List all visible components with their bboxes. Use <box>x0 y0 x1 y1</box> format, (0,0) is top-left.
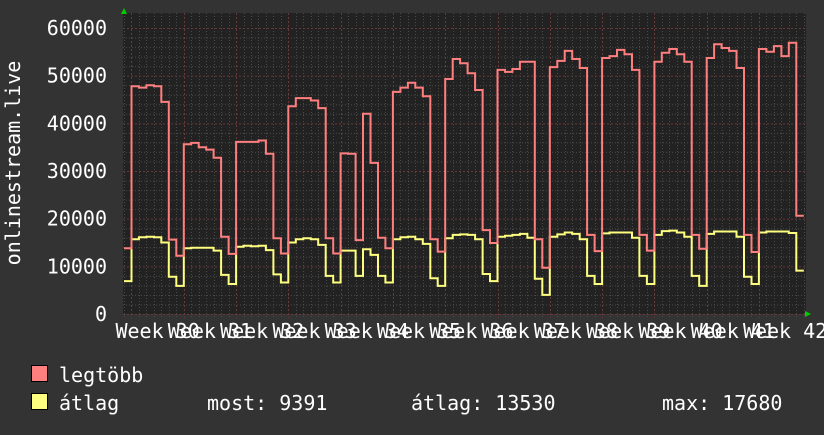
legend-stat-most: most: 9391 <box>207 391 327 415</box>
y-tick-label: 0 <box>95 302 107 326</box>
y-tick-label: 30000 <box>47 159 107 183</box>
legend-stat-max: max: 17680 <box>662 391 782 415</box>
y-axis-label: onlinestream.live <box>1 61 25 266</box>
y-tick-label: 20000 <box>47 207 107 231</box>
y-tick-label: 60000 <box>47 16 107 40</box>
legend-swatch-atlag <box>31 393 48 410</box>
y-tick-label: 50000 <box>47 64 107 88</box>
legend-stat-atlag: átlag: 13530 <box>411 391 556 415</box>
legend-label-legtobb: legtöbb <box>59 363 143 387</box>
y-tick-label: 10000 <box>47 254 107 278</box>
legend-label-atlag: átlag <box>59 391 119 415</box>
legend-swatch-legtobb <box>31 365 48 382</box>
chart: 0 10000 20000 30000 40000 50000 60000 Week 30W… <box>0 0 824 430</box>
x-axis-ticks: Week 30Week 31Week 32Week 33Week 34Week … <box>115 319 824 343</box>
y-tick-label: 40000 <box>47 111 107 135</box>
plot-area <box>123 13 806 314</box>
x-tick-label: Week 42 <box>743 319 824 343</box>
